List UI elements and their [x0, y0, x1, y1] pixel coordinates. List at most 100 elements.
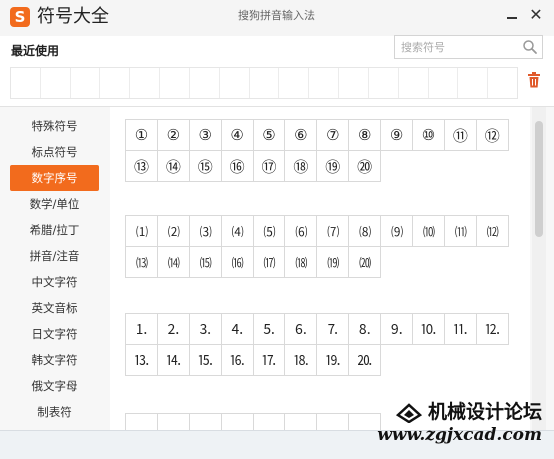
symbol-cell[interactable]: ⑫ — [475, 119, 509, 151]
symbol-cell[interactable]: ⑻ — [348, 215, 382, 247]
symbol-cell[interactable]: ⒚ — [316, 344, 350, 376]
symbol-cell[interactable]: ⑺ — [316, 215, 350, 247]
symbol-cell[interactable]: ⑽ — [412, 215, 445, 247]
symbol-cell[interactable]: ⒌ — [252, 313, 286, 345]
symbol-cell-partial[interactable] — [348, 413, 382, 431]
search-input[interactable] — [395, 36, 519, 58]
symbol-cell[interactable]: ⑩ — [412, 119, 445, 151]
symbol-cell[interactable]: ⒛ — [348, 344, 382, 376]
symbol-cell[interactable]: ⒊ — [188, 313, 222, 345]
symbol-cell[interactable]: ⑪ — [443, 119, 477, 151]
symbol-cell[interactable]: ⒒ — [443, 313, 477, 345]
search-icon[interactable] — [522, 39, 538, 55]
symbol-cell[interactable]: ① — [125, 119, 158, 151]
category-item[interactable]: 标点符号 — [10, 139, 99, 165]
symbol-cell[interactable]: ⒉ — [156, 313, 190, 345]
symbol-cell[interactable]: ⑨ — [380, 119, 414, 151]
recent-symbol-cell[interactable] — [160, 68, 190, 98]
symbol-cell[interactable]: ⑥ — [284, 119, 318, 151]
recent-symbol-cell[interactable] — [71, 68, 101, 98]
symbol-cell-partial[interactable] — [284, 413, 318, 431]
symbol-cell[interactable]: ⒘ — [252, 344, 286, 376]
category-item[interactable]: 日文字符 — [10, 321, 99, 347]
symbol-cell[interactable]: ⒏ — [348, 313, 382, 345]
symbol-cell[interactable]: ⑼ — [380, 215, 414, 247]
recent-symbol-cell[interactable] — [100, 68, 131, 98]
symbol-cell[interactable]: ⑱ — [284, 150, 318, 182]
symbol-cell[interactable]: ⒈ — [125, 313, 158, 345]
recent-symbol-cell[interactable] — [339, 68, 369, 98]
symbol-cell[interactable]: ⒍ — [284, 313, 318, 345]
symbol-cell[interactable]: ⑴ — [125, 215, 158, 247]
recent-symbol-cell[interactable] — [130, 68, 161, 98]
symbol-cell[interactable]: ⒎ — [316, 313, 350, 345]
recent-symbol-cell[interactable] — [309, 68, 340, 98]
symbol-cell[interactable]: ⑸ — [252, 215, 286, 247]
recent-symbol-cell[interactable] — [220, 68, 250, 98]
symbol-cell[interactable]: ⒑ — [412, 313, 445, 345]
symbol-cell[interactable]: ③ — [188, 119, 222, 151]
symbol-cell[interactable]: ② — [156, 119, 190, 151]
symbol-cell[interactable]: ⑵ — [156, 215, 190, 247]
symbol-cell-partial[interactable] — [316, 413, 350, 431]
symbol-cell[interactable]: ⒅ — [284, 246, 318, 278]
category-item[interactable]: 拼音/注音 — [10, 243, 99, 269]
symbol-cell[interactable]: ⒆ — [316, 246, 350, 278]
recent-symbol-cell[interactable] — [41, 68, 71, 98]
category-item[interactable]: 特殊符号 — [10, 113, 99, 139]
search-box[interactable] — [394, 35, 543, 59]
recent-symbol-cell[interactable] — [190, 68, 220, 98]
category-item[interactable]: 俄文字母 — [10, 373, 99, 399]
symbol-cell[interactable]: ⑲ — [316, 150, 350, 182]
symbol-cell-partial[interactable] — [156, 413, 190, 431]
category-item[interactable]: 英文音标 — [10, 295, 99, 321]
symbol-cell[interactable]: ⒖ — [188, 344, 222, 376]
symbol-cell[interactable]: ⑹ — [284, 215, 318, 247]
symbol-cell[interactable]: ⑿ — [475, 215, 509, 247]
symbol-cell[interactable]: ⑶ — [188, 215, 222, 247]
recent-symbol-cell[interactable] — [369, 68, 399, 98]
symbol-cell[interactable]: ⒙ — [284, 344, 318, 376]
symbol-cell[interactable]: ⑬ — [125, 150, 158, 182]
recent-symbol-cell[interactable] — [488, 68, 517, 98]
symbol-cell[interactable]: ⒋ — [220, 313, 254, 345]
symbol-cell[interactable]: ⒄ — [252, 246, 286, 278]
symbol-cell[interactable]: ⑤ — [252, 119, 286, 151]
trash-icon[interactable] — [527, 72, 541, 88]
category-item[interactable]: 制表符 — [10, 399, 99, 425]
recent-symbol-cell[interactable] — [250, 68, 280, 98]
recent-symbol-cell[interactable] — [279, 68, 310, 98]
symbol-cell-partial[interactable] — [252, 413, 286, 431]
symbol-cell[interactable]: ⒔ — [125, 344, 158, 376]
category-item[interactable]: 数字序号 — [10, 165, 99, 191]
symbol-cell[interactable]: ⑮ — [188, 150, 222, 182]
category-item[interactable]: 数学/单位 — [10, 191, 99, 217]
symbol-cell[interactable]: ⑭ — [156, 150, 190, 182]
recent-symbol-cell[interactable] — [429, 68, 459, 98]
recent-symbol-cell[interactable] — [458, 68, 489, 98]
close-button[interactable]: ✕ — [527, 6, 545, 24]
symbol-cell[interactable]: ⒕ — [156, 344, 190, 376]
symbol-cell[interactable]: ④ — [220, 119, 254, 151]
symbol-cell[interactable]: ⑯ — [220, 150, 254, 182]
category-item[interactable]: 中文字符 — [10, 269, 99, 295]
scroll-thumb[interactable] — [535, 121, 543, 237]
symbol-cell[interactable]: ⑳ — [348, 150, 382, 182]
symbol-cell[interactable]: ⒗ — [220, 344, 254, 376]
minimize-button[interactable] — [503, 8, 521, 26]
symbol-cell[interactable]: ⒀ — [125, 246, 158, 278]
symbol-cell[interactable]: ⑾ — [443, 215, 477, 247]
symbol-cell[interactable]: ⑦ — [316, 119, 350, 151]
recent-symbol-cell[interactable] — [399, 68, 429, 98]
symbol-cell[interactable]: ⑷ — [220, 215, 254, 247]
scrollbar[interactable] — [532, 107, 546, 431]
recent-symbol-cell[interactable] — [11, 68, 41, 98]
symbol-cell[interactable]: ⒐ — [380, 313, 414, 345]
symbol-cell-partial[interactable] — [125, 413, 158, 431]
symbol-cell-partial[interactable] — [220, 413, 254, 431]
symbol-cell[interactable]: ⒃ — [220, 246, 254, 278]
symbol-cell[interactable]: ⒂ — [188, 246, 222, 278]
category-item[interactable]: 希腊/拉丁 — [10, 217, 99, 243]
symbol-cell[interactable]: ⒇ — [348, 246, 382, 278]
symbol-cell[interactable]: ⒓ — [475, 313, 509, 345]
